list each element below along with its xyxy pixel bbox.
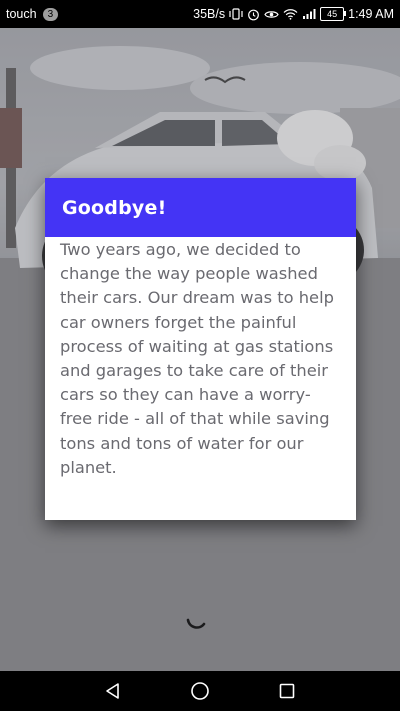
goodbye-dialog: Goodbye! Two years ago, we decided to ch…	[45, 178, 356, 520]
home-button[interactable]	[180, 671, 220, 711]
recents-button[interactable]	[267, 671, 307, 711]
back-button[interactable]	[93, 671, 133, 711]
back-icon	[106, 683, 120, 699]
wifi-icon	[283, 8, 298, 20]
vibrate-icon	[229, 8, 243, 20]
navigation-bar	[0, 671, 400, 711]
notification-count-badge: 3	[42, 7, 59, 21]
recents-icon	[279, 683, 294, 699]
status-right: 35B/s 45 1:49 AM	[193, 7, 394, 21]
dialog-title: Goodbye!	[62, 196, 167, 219]
battery-level: 45	[327, 9, 338, 19]
clock: 1:49 AM	[348, 7, 394, 21]
alarm-icon	[247, 8, 260, 21]
battery-icon: 45	[320, 7, 347, 21]
home-icon	[191, 682, 209, 700]
status-bar: touch 3 35B/s 45 1:49 AM	[0, 0, 400, 28]
dialog-message: Two years ago, we decided to change the …	[60, 240, 334, 477]
net-speed: 35B/s	[193, 7, 226, 21]
dialog-body: Two years ago, we decided to change the …	[45, 237, 356, 480]
carrier-name: touch	[6, 7, 37, 21]
signal-icon	[302, 8, 316, 20]
eye-icon	[264, 9, 279, 20]
loading-spinner-icon	[184, 606, 208, 630]
status-left: touch 3	[6, 7, 59, 21]
dialog-header: Goodbye!	[45, 178, 356, 237]
